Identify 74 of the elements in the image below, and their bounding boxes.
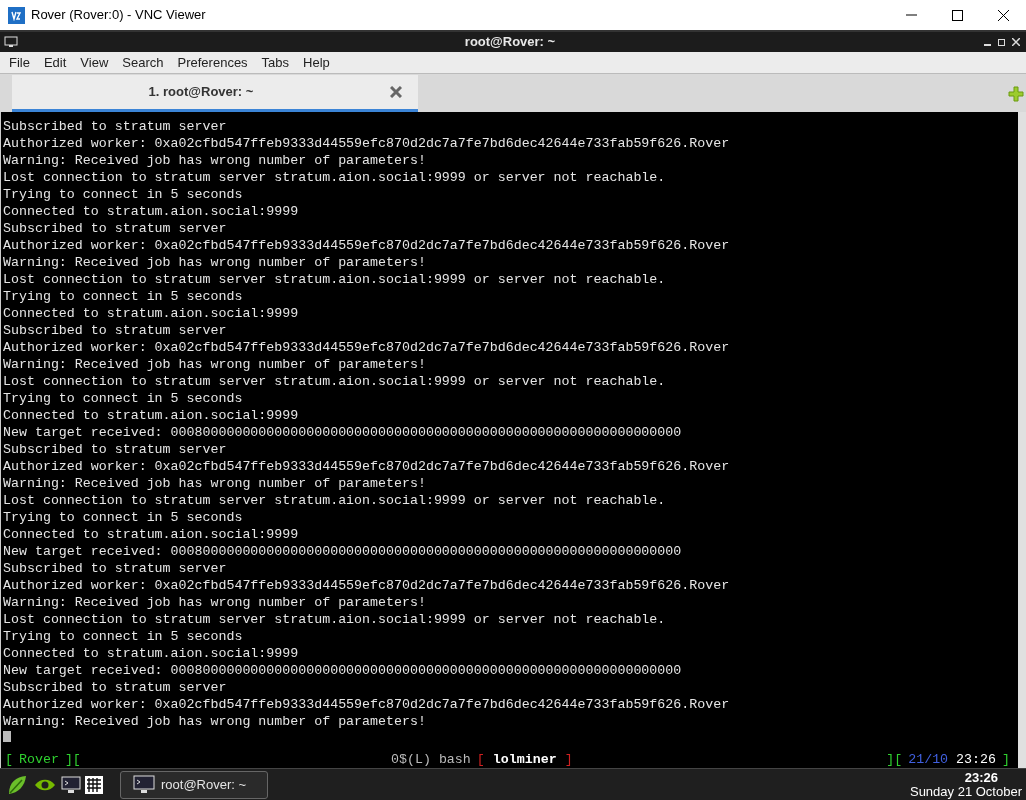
status-text: 0$(L) bash: [390, 750, 472, 769]
minimize-icon: [905, 14, 917, 16]
status-text: 23:26: [955, 750, 997, 769]
status-bracket: ]: [563, 750, 574, 769]
close-tab-icon[interactable]: [390, 86, 402, 98]
terminal-line: Warning: Received job has wrong number of parameters!: [2, 594, 427, 611]
terminal-line: New target received: 0008000000000000000000000000000000000000000000000000000000000000: [2, 543, 683, 560]
terminal-line: Trying to connect in 5 seconds: [2, 509, 244, 526]
status-text: 21/10: [907, 750, 950, 769]
terminal-line: Authorized worker: 0xa02cfbd547ffeb9333d44559efc870d2dc7a7fe7bd6dec42644e733fab59f626.Rover: [2, 339, 731, 356]
keyboard-icon[interactable]: [84, 774, 104, 795]
terminal-line: New target received: 0008000000000000000000000000000000000000000000000000000000000000: [2, 662, 683, 679]
status-bracket: [: [475, 750, 486, 769]
terminal-line: Subscribed to stratum server: [2, 679, 228, 696]
clock-date: Sunday 21 October: [909, 784, 1022, 799]
window-title: Rover (Rover:0) - VNC Viewer: [31, 6, 206, 25]
terminal-line: Authorized worker: 0xa02cfbd547ffeb9333d44559efc870d2dc7a7fe7bd6dec42644e733fab59f626.Rover: [2, 135, 731, 152]
terminal-line: Lost connection to stratum server stratum.aion.social:9999 or server not reachable.: [2, 169, 667, 186]
terminal-line: Warning: Received job has wrong number of parameters!: [2, 475, 427, 492]
menu-item[interactable]: Tabs: [254, 52, 297, 73]
terminal-line: Authorized worker: 0xa02cfbd547ffeb9333d44559efc870d2dc7a7fe7bd6dec42644e733fab59f626.Rover: [2, 696, 731, 713]
taskbar-window-button[interactable]: root@Rover: ~: [120, 770, 268, 799]
terminal-line: Warning: Received job has wrong number of parameters!: [2, 152, 427, 169]
menu-item[interactable]: File: [2, 52, 37, 73]
terminal-line: Trying to connect in 5 seconds: [2, 390, 244, 407]
terminal-line: Lost connection to stratum server stratum.aion.social:9999 or server not reachable.: [2, 492, 667, 509]
terminal-icon[interactable]: [61, 775, 81, 794]
terminal-line: Lost connection to stratum server stratum.aion.social:9999 or server not reachable.: [2, 271, 667, 288]
scrollbar[interactable]: [1018, 112, 1026, 768]
terminal-line: Authorized worker: 0xa02cfbd547ffeb9333d44559efc870d2dc7a7fe7bd6dec42644e733fab59f626.Rover: [2, 458, 731, 475]
window-title: root@Rover: ~: [463, 33, 557, 52]
terminal-line: Connected to stratum.aion.social:9999: [2, 203, 300, 220]
terminal-line: Trying to connect in 5 seconds: [2, 288, 244, 305]
status-bracket: ][: [63, 750, 82, 769]
terminal-line: Connected to stratum.aion.social:9999: [2, 407, 300, 424]
menu-item[interactable]: View: [73, 52, 116, 73]
terminal-line: Subscribed to stratum server: [2, 441, 228, 458]
terminal-line: Subscribed to stratum server: [2, 322, 228, 339]
status-bracket: ][: [885, 750, 904, 769]
active-window: lolminer: [486, 749, 563, 770]
status-bracket: [: [4, 750, 14, 769]
clock-time: 23:26: [964, 770, 998, 785]
close-icon[interactable]: [1012, 38, 1020, 46]
terminal-line: Connected to stratum.aion.social:9999: [2, 526, 300, 543]
menu-item[interactable]: Edit: [36, 52, 74, 73]
restore-icon[interactable]: [998, 38, 1006, 46]
terminal-line: Subscribed to stratum server: [2, 118, 228, 135]
tab[interactable]: 1. root@Rover: ~: [12, 75, 418, 112]
status-bracket: ]: [1001, 750, 1011, 769]
app-logo-icon: [8, 6, 25, 24]
menu-item[interactable]: Preferences: [170, 52, 255, 73]
terminal-icon: [133, 774, 155, 795]
terminal-line: Trying to connect in 5 seconds: [2, 628, 244, 645]
terminal-line: Warning: Received job has wrong number of parameters!: [2, 254, 427, 271]
terminal-cursor: [3, 731, 11, 742]
terminal-line: Authorized worker: 0xa02cfbd547ffeb9333d44559efc870d2dc7a7fe7bd6dec42644e733fab59f626.Rover: [2, 237, 731, 254]
terminal-line: Subscribed to stratum server: [2, 560, 228, 577]
terminal-line: Warning: Received job has wrong number of parameters!: [2, 713, 427, 730]
terminal-line: Authorized worker: 0xa02cfbd547ffeb9333d44559efc870d2dc7a7fe7bd6dec42644e733fab59f626.Rover: [2, 577, 731, 594]
terminal-line: Trying to connect in 5 seconds: [2, 186, 244, 203]
leaf-logo-icon[interactable]: [6, 773, 28, 796]
menu-item[interactable]: Help: [296, 52, 337, 73]
terminal-line: Lost connection to stratum server stratum.aion.social:9999 or server not reachable.: [2, 611, 667, 628]
status-text: Rover: [18, 750, 60, 769]
maximize-icon: [951, 9, 963, 21]
monitor-icon: [4, 36, 18, 48]
terminal-line: Lost connection to stratum server stratum.aion.social:9999 or server not reachable.: [2, 373, 667, 390]
menu-item[interactable]: Search: [115, 52, 171, 73]
close-icon: [997, 9, 1009, 21]
terminal-line: Subscribed to stratum server: [2, 220, 228, 237]
terminal-line: Warning: Received job has wrong number of parameters!: [2, 356, 427, 373]
terminal-line: Connected to stratum.aion.social:9999: [2, 305, 300, 322]
terminal-line: New target received: 0008000000000000000000000000000000000000000000000000000000000000: [2, 424, 683, 441]
terminal-line: Connected to stratum.aion.social:9999: [2, 645, 300, 662]
